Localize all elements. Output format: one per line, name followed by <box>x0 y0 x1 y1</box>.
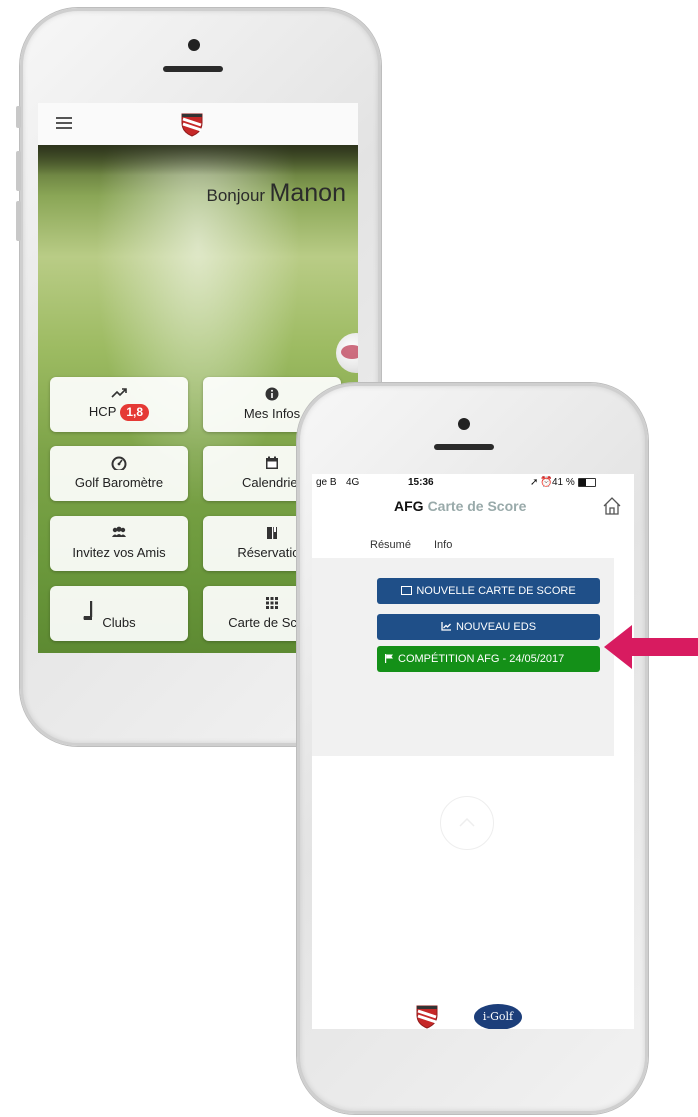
greeting-name: Manon <box>269 179 346 207</box>
app-title-light: Carte de Score <box>427 498 527 514</box>
greeting-prefix: Bonjour <box>206 186 266 205</box>
volume-down-button <box>16 201 21 241</box>
battery-percent: 41 % <box>552 477 575 488</box>
tab-info[interactable]: Info <box>434 539 452 551</box>
alarm-icon: ⏰ <box>540 477 553 488</box>
golf-barometre-tile[interactable]: Golf Baromètre <box>50 446 188 501</box>
golf-ball-image <box>336 333 358 373</box>
chevron-up-icon <box>459 817 475 827</box>
hero-shade <box>38 145 358 175</box>
home-icon[interactable] <box>602 496 622 516</box>
earpiece-speaker <box>434 444 494 450</box>
hcp-badge: 1,8 <box>120 404 150 421</box>
app-title-strong: AFG <box>394 498 424 514</box>
clubs-tile[interactable]: Clubs <box>50 586 188 641</box>
new-score-card-button[interactable]: NOUVELLE CARTE DE SCORE <box>377 578 600 604</box>
battery-icon <box>578 478 596 487</box>
new-score-card-label: NOUVELLE CARTE DE SCORE <box>416 585 576 597</box>
title-bar: AFG Carte de Score <box>312 492 634 526</box>
greeting: Bonjour Manon <box>206 179 346 208</box>
network-text: 4G <box>346 477 360 488</box>
top-bar <box>38 103 358 146</box>
phone-right: ge B 4G 15:36 ➚ ⏰ 41 % AFG Carte de Score… <box>297 383 648 1114</box>
new-eds-label: NOUVEAU EDS <box>455 621 537 633</box>
front-camera <box>188 39 200 51</box>
app-screen-score: ge B 4G 15:36 ➚ ⏰ 41 % AFG Carte de Score… <box>312 474 634 1029</box>
competition-afg-button[interactable]: COMPÉTITION AFG - 24/05/2017 <box>377 646 600 672</box>
invitez-vos-amis-tile[interactable]: Invitez vos Amis <box>50 516 188 571</box>
app-title: AFG Carte de Score <box>394 498 526 514</box>
score-content-panel: Résumé Info NOUVELLE CARTE DE SCORE NOUV… <box>312 526 614 756</box>
speedometer-icon <box>50 456 188 473</box>
tab-resume[interactable]: Résumé <box>370 539 411 551</box>
clubs-label: Clubs <box>102 615 136 630</box>
flag-icon <box>385 654 393 663</box>
location-icon: ➚ <box>530 477 539 488</box>
club-crest-logo <box>181 113 203 137</box>
clock-text: 15:36 <box>408 477 434 488</box>
chart-trend-icon <box>50 387 188 402</box>
earpiece-speaker <box>163 66 223 72</box>
mute-switch <box>16 106 21 128</box>
invitez-vos-amis-label: Invitez vos Amis <box>72 545 166 560</box>
carrier-text: ge B <box>316 477 337 488</box>
hcp-tile[interactable]: HCP 1,8 <box>50 377 188 432</box>
igolf-logo: i-Golf <box>474 1004 522 1029</box>
new-eds-button[interactable]: NOUVEAU EDS <box>377 614 600 640</box>
competition-afg-label: COMPÉTITION AFG - 24/05/2017 <box>398 653 565 665</box>
tabs: Résumé Info <box>312 526 614 558</box>
golf-barometre-label: Golf Baromètre <box>74 475 164 490</box>
scroll-up-button[interactable] <box>440 796 494 850</box>
club-crest-footer-logo <box>416 1005 438 1029</box>
chart-icon <box>441 622 451 631</box>
list-icon <box>401 586 413 595</box>
volume-up-button <box>16 151 21 191</box>
menu-icon[interactable] <box>56 117 72 129</box>
group-icon <box>50 526 188 541</box>
front-camera <box>458 418 470 430</box>
pointer-arrow-icon <box>604 625 698 669</box>
status-bar: ge B 4G 15:36 ➚ ⏰ 41 % <box>312 474 634 492</box>
hcp-label: HCP <box>88 404 117 419</box>
